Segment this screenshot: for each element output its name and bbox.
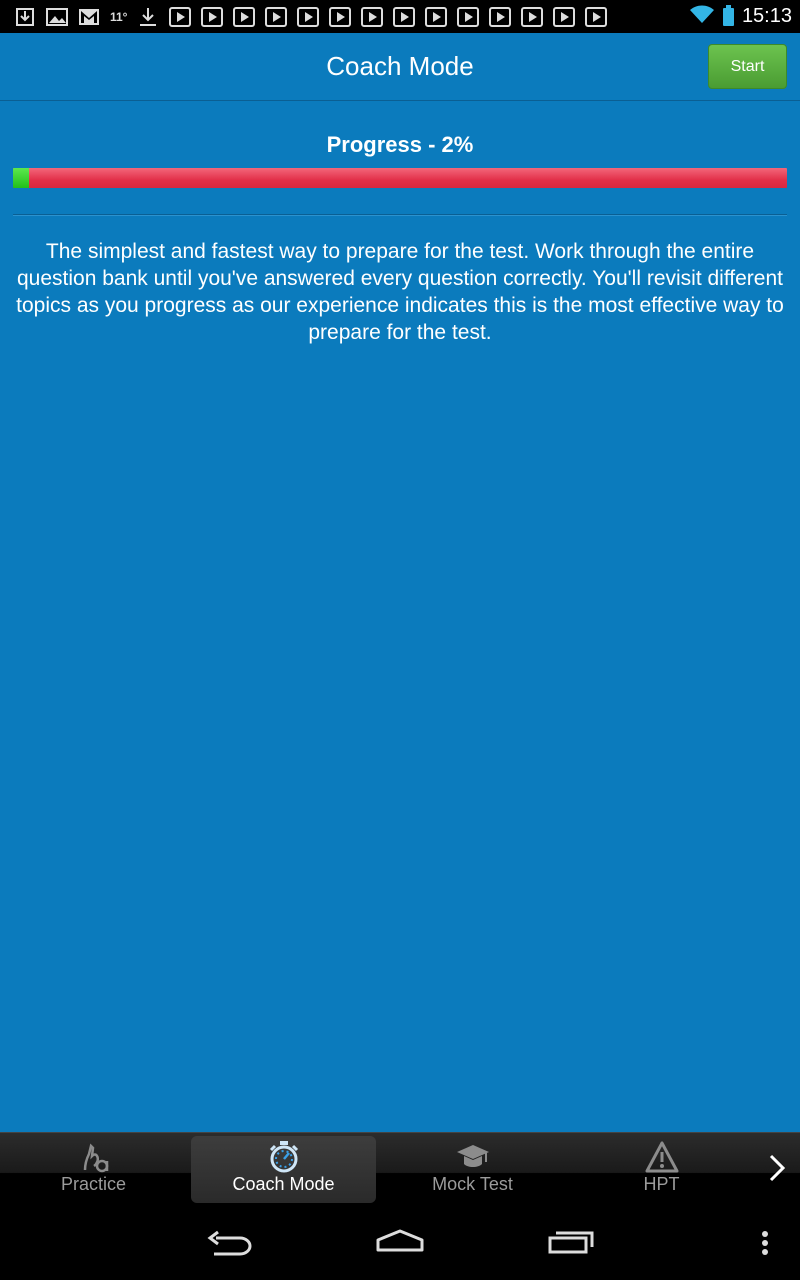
play-store-icon [233, 6, 256, 27]
tab-label: Practice [60, 1174, 127, 1194]
play-store-icon [297, 6, 320, 27]
progress-bar [13, 168, 787, 188]
start-button[interactable]: Start [708, 44, 787, 89]
image-icon [46, 6, 68, 28]
overflow-menu-icon[interactable] [760, 1228, 770, 1258]
tab-label: Coach Mode [232, 1174, 335, 1194]
screen: 11° 15:13 Coach Mode Start Progress - 2%… [0, 0, 800, 1280]
play-store-icon [329, 6, 352, 27]
graduation-cap-icon [456, 1145, 489, 1167]
warning-triangle-icon [645, 1141, 678, 1173]
play-store-icon [201, 6, 224, 27]
play-store-icon [393, 6, 416, 27]
wifi-icon [689, 4, 715, 29]
progress-label: Progress - 2% [326, 132, 474, 157]
tab-label: Mock Test [432, 1174, 513, 1194]
play-store-icon [585, 6, 608, 27]
system-navigation-bar [0, 1204, 800, 1280]
system-indicators: 15:13 [689, 0, 792, 33]
tab-label: HPT [643, 1174, 680, 1194]
play-store-icon [425, 6, 448, 27]
recent-apps-icon[interactable] [548, 1228, 596, 1258]
tab-hpt[interactable]: HPT [569, 1136, 754, 1203]
play-store-icon [169, 6, 192, 27]
progress-bar-fill [13, 168, 29, 188]
home-icon[interactable] [375, 1228, 425, 1258]
gmail-icon [78, 6, 100, 28]
notification-icons: 11° [0, 6, 617, 28]
tab-mock-test[interactable]: Mock Test [380, 1136, 565, 1203]
download-box-icon [14, 6, 36, 28]
play-store-icon [457, 6, 480, 27]
back-icon[interactable] [206, 1228, 254, 1258]
practice-icon [83, 1143, 108, 1173]
status-bar: 11° 15:13 [0, 0, 800, 33]
action-bar: Coach Mode Start [0, 33, 800, 101]
divider [13, 214, 787, 216]
mode-description: The simplest and fastest way to prepare … [16, 240, 784, 344]
page-title: Coach Mode [326, 51, 474, 81]
clock: 15:13 [741, 5, 792, 27]
download-icon [137, 6, 159, 28]
play-store-icon [553, 6, 576, 27]
play-store-icon [361, 6, 384, 27]
battery-icon [722, 4, 734, 26]
bottom-tab-bar: Practice Coach Mode Mock Test HPT [0, 1132, 800, 1205]
play-store-icon [489, 6, 512, 27]
chevron-right-icon[interactable] [766, 1151, 788, 1185]
stopwatch-icon [269, 1141, 298, 1173]
tab-coach-mode[interactable]: Coach Mode [191, 1136, 376, 1203]
play-store-icon [521, 6, 544, 27]
tab-practice[interactable]: Practice [1, 1136, 186, 1203]
play-store-icon [265, 6, 288, 27]
weather-temperature: 11° [110, 9, 128, 24]
